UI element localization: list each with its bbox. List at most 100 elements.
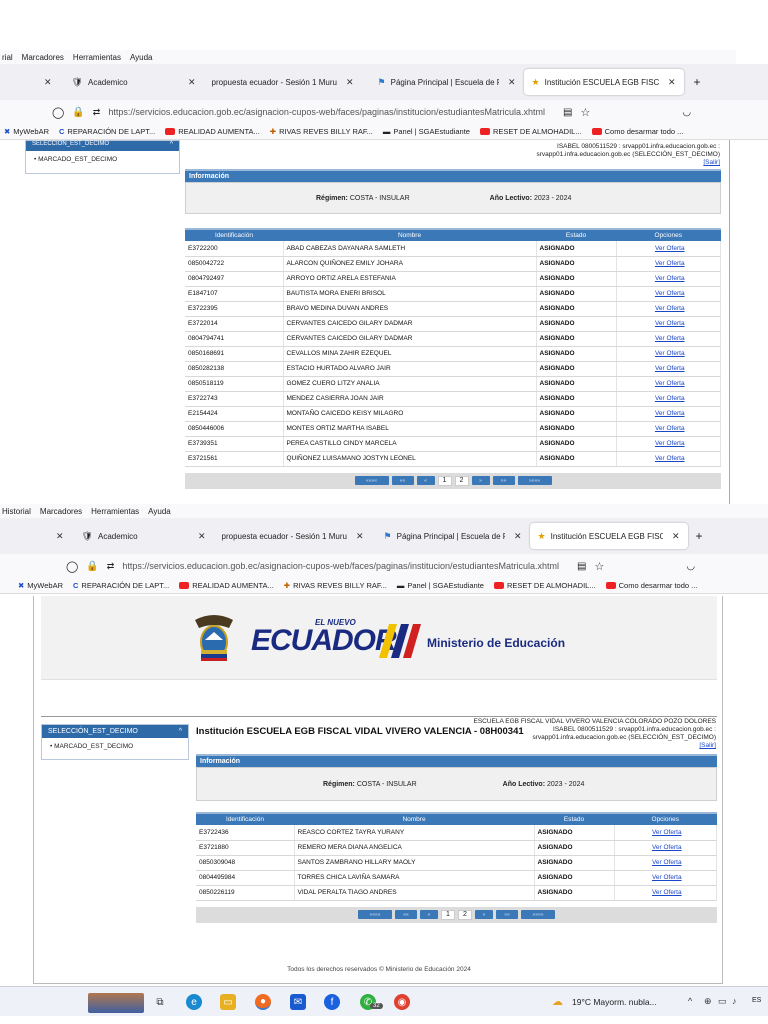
network-icon[interactable]: ⊕ — [704, 996, 712, 1007]
star-icon[interactable]: ☆ — [595, 560, 605, 573]
close-icon[interactable]: ✕ — [44, 77, 52, 88]
close-icon[interactable]: ✕ — [198, 531, 206, 542]
menu-help[interactable]: Ayuda — [148, 507, 171, 516]
collapse-icon[interactable]: ^ — [179, 728, 182, 735]
sidebar-item-marcado[interactable]: • MARCADO_EST_DECIMO — [42, 738, 188, 755]
close-icon[interactable]: ✕ — [188, 77, 196, 88]
close-icon[interactable]: ✕ — [346, 77, 354, 88]
close-icon[interactable]: ✕ — [514, 531, 522, 542]
sidebar-header[interactable]: SELECCIÓN_EST_DECIMO ^ — [42, 725, 188, 738]
tab-pagina-principal[interactable]: ⚑ Página Principal | Escuela de Fo ✕ — [376, 523, 530, 549]
bookmark-realidad[interactable]: REALIDAD AUMENTA... — [165, 127, 260, 136]
bookmark-panel[interactable]: ▬ Panel | SGAEstudiante — [383, 127, 470, 136]
ver-oferta-link[interactable]: Ver Oferta — [652, 844, 682, 851]
new-tab-icon[interactable]: + — [696, 529, 703, 543]
shield-icon[interactable]: ◯ — [66, 560, 78, 573]
pocket-icon[interactable]: ◡ — [686, 561, 695, 572]
menu-help[interactable]: Ayuda — [130, 53, 153, 62]
weather-icon[interactable]: ☁ — [552, 995, 563, 1008]
ver-oferta-link[interactable]: Ver Oferta — [655, 395, 685, 402]
col-identificacion[interactable]: Identificación — [185, 228, 283, 241]
chevron-up-icon[interactable]: ^ — [688, 996, 692, 1006]
ver-oferta-link[interactable]: Ver Oferta — [655, 305, 685, 312]
permissions-icon[interactable]: ⇄ — [93, 107, 101, 118]
ver-oferta-link[interactable]: Ver Oferta — [655, 290, 685, 297]
bookmark-rivas[interactable]: ✚ RIVAS REVES BILLY RAF... — [270, 127, 373, 136]
ver-oferta-link[interactable]: Ver Oferta — [655, 350, 685, 357]
mail-icon[interactable]: ✉ — [290, 994, 306, 1010]
tab-propuesta[interactable]: propuesta ecuador - Sesión 1 Muru ✕ — [214, 523, 376, 549]
pager-first[interactable]: «««« — [354, 476, 389, 485]
col-opciones[interactable]: Opciones — [614, 812, 717, 825]
pocket-icon[interactable]: ◡ — [682, 107, 691, 118]
permissions-icon[interactable]: ⇄ — [107, 561, 115, 572]
pager-next[interactable]: » — [471, 476, 490, 485]
col-estado[interactable]: Estado — [534, 812, 614, 825]
lock-icon[interactable]: 🔒 — [86, 561, 98, 572]
menu-history[interactable]: rial — [2, 53, 13, 62]
ver-oferta-link[interactable]: Ver Oferta — [655, 245, 685, 252]
close-icon[interactable]: ✕ — [356, 531, 364, 542]
url-field[interactable]: https://servicios.educacion.gob.ec/asign… — [122, 561, 559, 571]
bookmark-panel[interactable]: ▬ Panel | SGAEstudiante — [397, 581, 484, 590]
volume-icon[interactable]: ♪ — [732, 996, 737, 1006]
col-opciones[interactable]: Opciones — [616, 228, 721, 241]
pager-page-2[interactable]: 2 — [458, 909, 472, 920]
pager-prev[interactable]: « — [416, 476, 435, 485]
ver-oferta-link[interactable]: Ver Oferta — [655, 425, 685, 432]
ver-oferta-link[interactable]: Ver Oferta — [652, 889, 682, 896]
menu-tools[interactable]: Herramientas — [91, 507, 139, 516]
pager-prev[interactable]: « — [420, 910, 438, 919]
col-nombre[interactable]: Nombre — [294, 812, 534, 825]
pager-last[interactable]: »»»» — [521, 910, 555, 919]
pager-page-1[interactable]: 1 — [441, 909, 455, 920]
ver-oferta-link[interactable]: Ver Oferta — [655, 380, 685, 387]
ver-oferta-link[interactable]: Ver Oferta — [655, 365, 685, 372]
col-estado[interactable]: Estado — [536, 228, 616, 241]
bookmark-mywebar[interactable]: ✖ MyWebAR — [4, 127, 49, 136]
firefox-icon[interactable]: ● — [255, 994, 271, 1010]
ver-oferta-link[interactable]: Ver Oferta — [652, 859, 682, 866]
bookmark-reparacion[interactable]: C REPARACIÓN DE LAPT... — [73, 581, 169, 590]
pager-prev2[interactable]: «« — [395, 910, 417, 919]
tab-academico[interactable]: 🛡 Academico ✕ — [74, 523, 214, 549]
pager-prev2[interactable]: «« — [391, 476, 414, 485]
ver-oferta-link[interactable]: Ver Oferta — [655, 440, 685, 447]
reader-icon[interactable]: ▤ — [563, 107, 572, 118]
display-icon[interactable]: ▭ — [718, 996, 727, 1007]
pager-first[interactable]: «««« — [358, 910, 392, 919]
ver-oferta-link[interactable]: Ver Oferta — [655, 260, 685, 267]
reader-icon[interactable]: ▤ — [577, 561, 586, 572]
bookmark-desarmar[interactable]: Como desarmar todo ... — [605, 581, 697, 590]
ver-oferta-link[interactable]: Ver Oferta — [655, 275, 685, 282]
menu-bookmarks[interactable]: Marcadores — [40, 507, 82, 516]
bookmark-realidad[interactable]: REALIDAD AUMENTA... — [179, 581, 274, 590]
menu-history[interactable]: Historial — [2, 507, 31, 516]
star-icon[interactable]: ☆ — [581, 106, 591, 119]
tab-institucion[interactable]: ★ Institución ESCUELA EGB FISCAL ✕ — [523, 69, 684, 95]
weather-text[interactable]: 19°C Mayorm. nubla... — [572, 997, 657, 1007]
tab-pagina-principal[interactable]: ⚑ Página Principal | Escuela de Fo ✕ — [370, 69, 524, 95]
col-identificacion[interactable]: Identificación — [196, 812, 294, 825]
tab-institucion[interactable]: ★ Institución ESCUELA EGB FISCA ✕ — [529, 523, 688, 549]
language-indicator[interactable]: ES — [752, 997, 761, 1004]
ver-oferta-link[interactable]: Ver Oferta — [655, 335, 685, 342]
close-icon[interactable]: ✕ — [508, 77, 516, 88]
ver-oferta-link[interactable]: Ver Oferta — [652, 874, 682, 881]
menu-bookmarks[interactable]: Marcadores — [22, 53, 64, 62]
menu-tools[interactable]: Herramientas — [73, 53, 121, 62]
salir-link[interactable]: [Salir] — [500, 159, 720, 167]
bookmark-reparacion[interactable]: C REPARACIÓN DE LAPT... — [59, 127, 155, 136]
salir-link[interactable]: [Salir] — [434, 742, 716, 750]
close-icon[interactable]: ✕ — [672, 531, 680, 542]
pager-page-2[interactable]: 2 — [454, 475, 469, 486]
bookmark-reset[interactable]: RESET DE ALMOHADIL... — [479, 127, 582, 136]
ver-oferta-link[interactable]: Ver Oferta — [655, 455, 685, 462]
ver-oferta-link[interactable]: Ver Oferta — [655, 320, 685, 327]
landscape-thumbnail-icon[interactable] — [88, 993, 144, 1013]
col-nombre[interactable]: Nombre — [283, 228, 536, 241]
chrome-icon[interactable]: ◉ — [394, 994, 410, 1010]
sidebar-item-marcado[interactable]: • MARCADO_EST_DECIMO — [26, 151, 179, 168]
url-field[interactable]: https://servicios.educacion.gob.ec/asign… — [108, 107, 545, 117]
pager-next2[interactable]: »» — [496, 910, 518, 919]
